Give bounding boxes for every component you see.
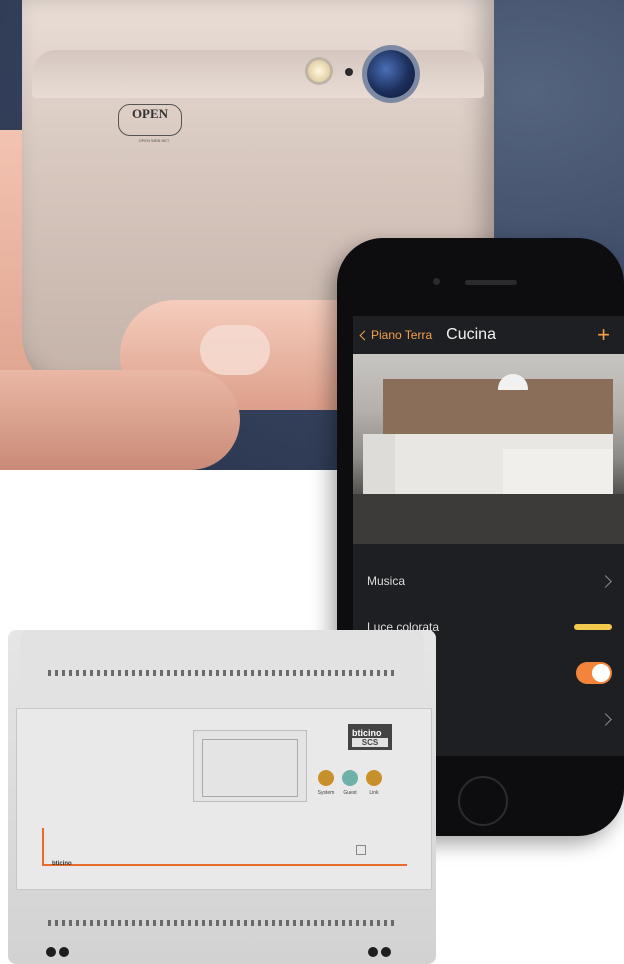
brand-name-small: bticino bbox=[52, 861, 72, 867]
kitchen-floor bbox=[353, 494, 624, 544]
din-foot-right bbox=[368, 944, 394, 958]
add-button[interactable]: + bbox=[597, 322, 610, 348]
chevron-right-icon bbox=[599, 574, 612, 588]
brand-subname: SCS bbox=[352, 738, 388, 747]
camera-lens-icon bbox=[367, 50, 415, 98]
device-top-cap bbox=[20, 630, 424, 690]
pendant-lamp bbox=[498, 374, 528, 390]
led-system-label: System bbox=[317, 790, 335, 796]
led-system bbox=[318, 770, 334, 786]
earpiece-speaker bbox=[465, 280, 517, 285]
label-window bbox=[193, 730, 307, 802]
reset-button[interactable] bbox=[356, 845, 366, 855]
orange-accent-vertical bbox=[42, 828, 44, 866]
home-button[interactable] bbox=[458, 776, 508, 826]
led-link bbox=[366, 770, 382, 786]
din-foot-left bbox=[46, 944, 72, 958]
top-vent bbox=[48, 670, 398, 676]
toggle-switch[interactable] bbox=[576, 662, 612, 684]
brand-name: bticino bbox=[352, 728, 382, 738]
navigation-bar: Piano Terra Cucina + bbox=[353, 316, 624, 354]
led-link-label: Link bbox=[369, 790, 379, 796]
bottom-vent bbox=[48, 920, 398, 926]
room-photo bbox=[353, 354, 624, 544]
back-button[interactable]: Piano Terra bbox=[359, 328, 433, 342]
led-guest-label: Guest bbox=[343, 790, 357, 796]
thumb-nail bbox=[200, 325, 270, 375]
flash-icon bbox=[308, 60, 330, 82]
open-logo: OPEN bbox=[118, 104, 182, 136]
chevron-right-icon bbox=[599, 712, 612, 726]
color-indicator[interactable] bbox=[574, 624, 612, 630]
open-logo-subtext: OPEN WEB NET bbox=[138, 138, 170, 143]
microphone-icon bbox=[345, 68, 353, 76]
hand-finger bbox=[0, 370, 240, 470]
back-button-label: Piano Terra bbox=[371, 328, 433, 342]
list-item-musica[interactable]: Musica bbox=[353, 558, 624, 604]
label-window-inner bbox=[202, 739, 298, 797]
page-title: Cucina bbox=[446, 326, 496, 343]
phone-back-rim bbox=[32, 50, 484, 98]
front-camera-icon bbox=[433, 278, 440, 285]
list-item-label: Musica bbox=[367, 574, 406, 588]
chevron-left-icon bbox=[359, 330, 370, 340]
toggle-knob bbox=[592, 664, 610, 682]
orange-accent-line bbox=[42, 864, 407, 866]
led-guest bbox=[342, 770, 358, 786]
